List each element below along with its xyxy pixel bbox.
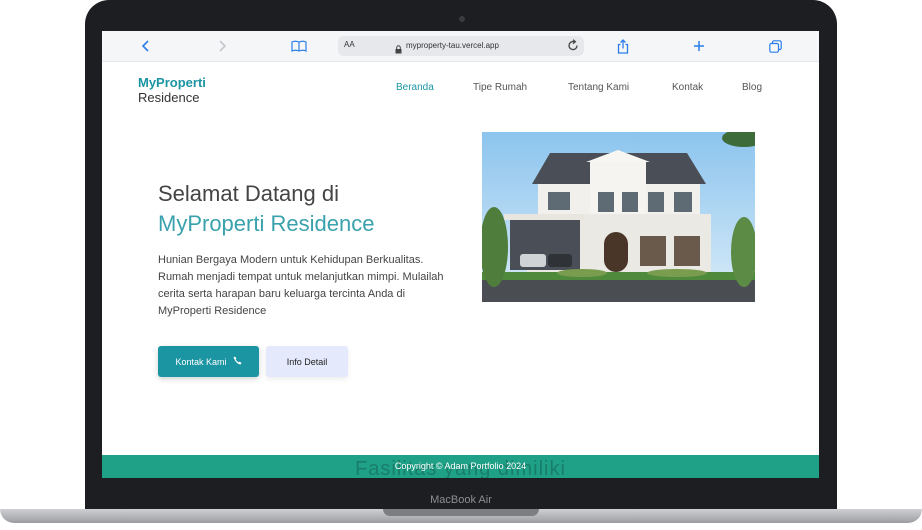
nav-link-kontak[interactable]: Kontak [672, 82, 703, 93]
logo-subtitle: Residence [138, 90, 200, 105]
share-icon[interactable] [613, 36, 633, 56]
plus-icon[interactable] [689, 36, 709, 56]
device-label: MacBook Air [430, 494, 492, 506]
hero-title-line-2: MyProperti Residence [158, 211, 375, 236]
nav-link-tentang-kami[interactable]: Tentang Kami [568, 82, 629, 93]
lock-icon [395, 41, 402, 59]
hero-description: Hunian Bergaya Modern untuk Kehidupan Be… [158, 254, 444, 317]
phone-icon [233, 356, 242, 367]
contact-button[interactable]: Kontak Kami [158, 346, 259, 377]
laptop-base-notch [383, 509, 539, 516]
forward-icon[interactable] [212, 36, 232, 56]
text-size-button[interactable]: AA [344, 40, 355, 49]
contact-button-label: Kontak Kami [175, 356, 227, 367]
site-logo[interactable]: MyProperti Residence [138, 75, 206, 105]
nav-link-tipe-rumah[interactable]: Tipe Rumah [473, 82, 527, 93]
webcam [459, 16, 465, 22]
browser-toolbar: AA myproperty-tau.vercel.app [102, 31, 819, 62]
back-icon[interactable] [136, 36, 156, 56]
footer-copyright: Copyright © Adam Portfolio 2024 [394, 461, 527, 471]
tabs-icon[interactable] [765, 36, 785, 56]
nav-link-blog[interactable]: Blog [742, 82, 762, 93]
info-detail-button[interactable]: Info Detail [266, 346, 348, 377]
house-image [482, 132, 755, 302]
nav-link-beranda[interactable]: Beranda [396, 82, 434, 93]
book-icon[interactable] [289, 36, 309, 56]
logo-title: MyProperti [138, 75, 206, 90]
address-bar[interactable]: AA myproperty-tau.vercel.app [338, 36, 584, 56]
url-text: myproperty-tau.vercel.app [406, 41, 499, 50]
hero-title-line-1: Selamat Datang di [158, 181, 339, 206]
reload-icon[interactable] [567, 39, 579, 57]
laptop-screen: AA myproperty-tau.vercel.app MyProperti … [102, 31, 819, 478]
